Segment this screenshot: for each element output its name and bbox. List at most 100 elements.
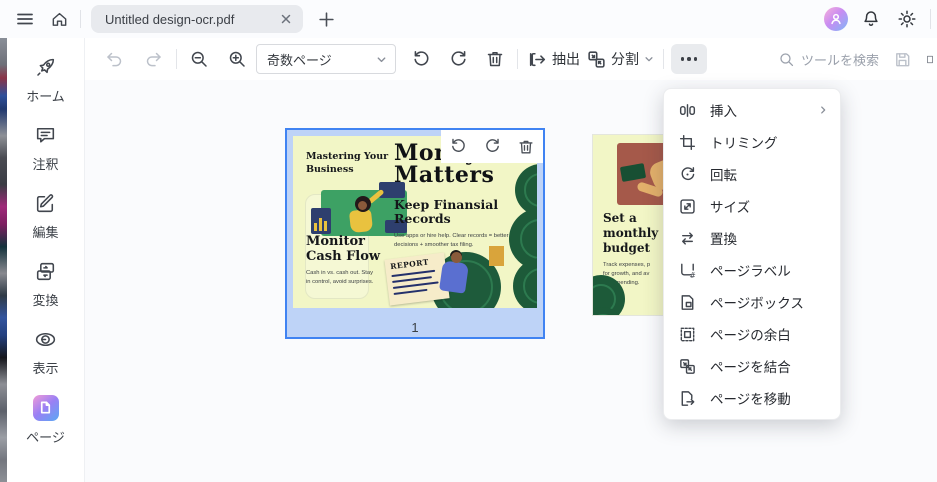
page-box-icon	[678, 293, 697, 312]
split-label: 分割	[611, 51, 639, 67]
settings-gear-icon[interactable]	[894, 6, 920, 32]
poster1-report-person-head	[451, 252, 462, 263]
extract-label: 抽出	[552, 51, 580, 67]
toolbar-divider	[517, 49, 518, 69]
zoom-out-button[interactable]	[184, 44, 214, 74]
replace-icon	[678, 229, 697, 248]
rotate-icon	[678, 165, 697, 184]
toolbar-divider	[176, 49, 177, 69]
chevron-right-icon	[821, 106, 826, 114]
topbar-right-divider	[930, 9, 931, 29]
poster1-report-person-body	[439, 260, 469, 294]
poster1-report-label: REPORT	[389, 257, 430, 272]
poster1-person-face	[358, 201, 367, 210]
desktop-background-sliver	[0, 38, 7, 482]
title-bar: Untitled design-ocr.pdf	[0, 0, 937, 38]
page-margin-icon	[678, 325, 697, 344]
sidebar-item-convert[interactable]: 変換	[11, 250, 81, 318]
menu-item-rotate[interactable]: 回転	[664, 158, 840, 190]
sidebar-item-label: ページ	[26, 429, 65, 445]
save-button[interactable]	[887, 44, 917, 74]
thumb-rotate-right-button[interactable]	[481, 136, 503, 158]
poster1-chart-shape	[311, 208, 331, 234]
toolbar-right-group: ツールを検索	[778, 38, 937, 80]
split-icon	[588, 50, 605, 68]
thumbnail-hover-controls	[441, 130, 543, 163]
search-tools-field[interactable]: ツールを検索	[778, 50, 879, 69]
dot	[693, 57, 698, 61]
undo-button[interactable]	[99, 44, 129, 74]
delete-page-button[interactable]	[480, 44, 510, 74]
menu-item-page-box[interactable]: ページボックス	[664, 286, 840, 318]
page-1-thumbnail[interactable]: REPORT Mastering Your Business Money Mat…	[285, 128, 545, 339]
left-sidebar: ホーム 注釈 編集 変換 表示 ページ	[7, 38, 85, 482]
redo-button[interactable]	[139, 44, 169, 74]
notifications-bell-icon[interactable]	[858, 6, 884, 32]
svg-text:#: #	[689, 271, 695, 280]
search-icon	[780, 52, 794, 66]
extract-pages-button[interactable]: 抽出	[525, 44, 584, 74]
menu-item-merge-pages[interactable]: ページを結合	[664, 350, 840, 382]
dot	[680, 57, 685, 61]
thumb-delete-button[interactable]	[515, 136, 537, 158]
comment-icon	[36, 127, 55, 143]
thumb-rotate-left-button[interactable]	[447, 136, 469, 158]
eye-icon	[35, 332, 56, 347]
sidebar-item-label: 表示	[32, 361, 59, 376]
menu-item-page-label[interactable]: # ページラベル	[664, 254, 840, 286]
chevron-down-icon	[377, 56, 386, 62]
poster1-kicker: Mastering Your Business	[306, 151, 389, 175]
poster1-foliage-shape	[513, 258, 537, 308]
extract-icon	[529, 52, 546, 66]
more-tools-button[interactable]	[671, 44, 707, 74]
sidebar-item-view[interactable]: 表示	[11, 318, 81, 386]
tab-title: Untitled design-ocr.pdf	[105, 11, 235, 27]
search-placeholder: ツールを検索	[800, 52, 879, 68]
poster1-subheading-cashflow: Monitor Cash Flow	[306, 234, 381, 264]
hamburger-menu-icon[interactable]	[12, 6, 38, 32]
page-filter-select[interactable]: 奇数ページ	[256, 44, 396, 74]
menu-item-replace[interactable]: 置換	[664, 222, 840, 254]
sidebar-item-annotate[interactable]: 注釈	[11, 114, 81, 182]
split-pages-button[interactable]: 分割	[584, 44, 656, 74]
poster1-subheading-records: Keep Finansial Records	[394, 197, 499, 227]
page-label-icon: #	[678, 261, 697, 280]
sidebar-item-label: ホーム	[26, 89, 65, 104]
more-tools-menu: 挿入 トリミング 回転 サイズ 置換 # ページラベル ページボックス ページの…	[663, 88, 841, 420]
chevron-down-icon	[645, 57, 653, 62]
home-icon[interactable]	[46, 6, 72, 32]
rotate-left-button[interactable]	[406, 44, 436, 74]
poster1-person-body	[348, 208, 374, 234]
topbar-divider	[80, 10, 81, 28]
new-tab-button[interactable]	[313, 6, 339, 32]
sidebar-item-label: 注釈	[32, 157, 59, 172]
document-tab[interactable]: Untitled design-ocr.pdf	[91, 5, 303, 33]
sidebar-item-page[interactable]: ページ	[11, 386, 81, 454]
menu-item-size[interactable]: サイズ	[664, 190, 840, 222]
page-number: 1	[411, 320, 419, 335]
zoom-in-button[interactable]	[222, 44, 252, 74]
rotate-right-button[interactable]	[443, 44, 473, 74]
edit-icon	[36, 194, 54, 213]
menu-item-page-margin[interactable]: ページの余白	[664, 318, 840, 350]
merge-pages-icon	[678, 357, 697, 376]
page-filter-value: 奇数ページ	[267, 52, 332, 68]
sidebar-item-edit[interactable]: 編集	[11, 182, 81, 250]
tab-close-icon[interactable]	[277, 10, 295, 28]
dot	[687, 57, 691, 61]
poster1-body-cashflow: Cash in vs. cash out. Stay in control, a…	[306, 270, 374, 285]
menu-item-crop[interactable]: トリミング	[664, 126, 840, 158]
sidebar-item-home[interactable]: ホーム	[11, 46, 81, 114]
page-toolbar: 奇数ページ 抽出 分割 ツールを検索	[85, 38, 937, 80]
convert-icon	[36, 262, 55, 281]
poster1-body-records: Use apps or hire help. Clear records = b…	[394, 233, 509, 248]
sidebar-item-label: 変換	[32, 293, 59, 308]
page-gradient-icon	[32, 394, 59, 421]
resize-icon	[678, 197, 697, 216]
menu-item-move-pages[interactable]: ページを移動	[664, 382, 840, 414]
menu-item-insert[interactable]: 挿入	[664, 94, 840, 126]
user-avatar[interactable]	[824, 7, 848, 31]
print-button-partial[interactable]	[925, 44, 935, 74]
crop-icon	[678, 133, 697, 152]
move-page-icon	[678, 389, 697, 408]
